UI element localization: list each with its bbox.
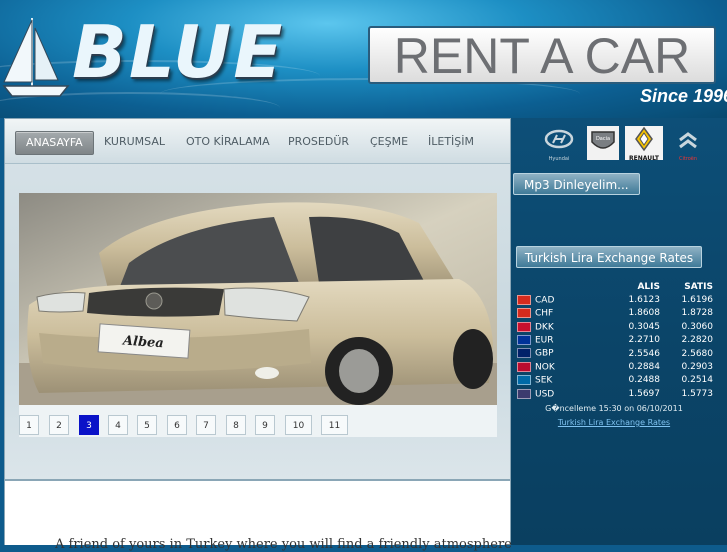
currency-code: EUR [535,335,554,346]
sell-rate: 1.8728 [681,308,714,319]
table-header-row: ALIS SATIS [517,280,713,293]
flag-icon [517,308,531,319]
flag-icon [517,375,531,386]
banner-text: RENT A CAR [393,30,691,82]
exchange-rate-row: NOK 0.2884 0.2903 [517,360,713,373]
page-button[interactable]: 11 [321,415,348,435]
buy-rate: 0.2488 [628,375,661,386]
buy-rate: 0.3045 [628,321,661,332]
page-button[interactable]: 9 [255,415,275,435]
nav-item-oto-kiralama[interactable]: OTO KİRALAMA [186,131,270,153]
buy-rate: 2.2710 [628,335,661,346]
currency-cell: SEK [517,374,612,387]
buy-rate: 1.6123 [628,295,661,306]
slider-pagination: 1 2 3 4 5 6 7 8 9 10 11 [19,405,497,437]
buy-rate: 0.2884 [628,362,661,373]
flag-icon [517,348,531,359]
currency-code: GBP [535,348,554,359]
main-panel: ANASAYFA KURUMSAL OTO KİRALAMA PROSEDÜR … [4,118,511,480]
since-text: Since 1996 [640,86,727,106]
currency-code: NOK [535,362,555,373]
currency-cell: EUR [517,334,612,347]
nav-item-cesme[interactable]: ÇEŞME [370,131,408,153]
currency-cell: GBP [517,347,612,360]
page-button[interactable]: 10 [285,415,312,435]
brand-label: Hyundai [548,156,570,162]
mp3-listen-button[interactable]: Mp3 Dinleyelim... [513,173,640,195]
brand-label: Citroën [678,156,698,162]
nav-item-iletisim[interactable]: İLETİŞİM [428,131,474,153]
currency-code: USD [535,389,555,400]
sell-header: SATIS [684,281,713,292]
page-button[interactable]: 5 [137,415,157,435]
currency-code: DKK [535,322,554,333]
sell-rate: 1.5773 [681,388,714,399]
site-header: BLUE RENT A CAR Since 1996 [0,0,727,118]
page-button[interactable]: 6 [167,415,187,435]
car-photo-slider[interactable]: Albea [19,193,497,405]
content-area: A friend of yours in Turkey where you wi… [4,480,512,552]
car-photo: Albea [19,193,497,405]
currency-code: CAD [535,295,555,306]
hyundai-logo-icon[interactable]: Hyundai [541,128,577,162]
page-button[interactable]: 7 [196,415,216,435]
sell-rate: 1.6196 [681,295,714,306]
flag-icon [517,361,531,372]
currency-code: CHF [535,308,554,319]
currency-code: SEK [535,375,553,386]
sell-rate: 0.3060 [681,321,714,332]
nav-item-anasayfa[interactable]: ANASAYFA [15,131,94,155]
currency-cell: USD [517,387,612,400]
exchange-rates-table: ALIS SATIS CAD 1.6123 1.6196 CHF 1.8608 1.872… [517,280,713,401]
buy-header: ALIS [637,281,660,292]
car-plate-text: Albea [120,333,164,351]
exchange-rate-row: EUR 2.2710 2.2820 [517,334,713,347]
flag-icon [517,388,531,399]
flag-icon [517,335,531,345]
page-button[interactable]: 8 [226,415,246,435]
buy-rate: 1.5697 [628,388,661,399]
exchange-rate-row: SEK 0.2488 0.2514 [517,374,713,387]
flag-icon [517,294,531,305]
sell-rate: 2.2820 [681,335,714,346]
dacia-logo-icon[interactable]: Dacia [587,126,619,160]
sell-rate: 0.2903 [681,362,714,373]
citroen-logo-icon[interactable]: Citroën [671,128,705,162]
sailboat-logo-icon [2,18,70,97]
page-button[interactable]: 2 [49,415,69,435]
exchange-rates-title: Turkish Lira Exchange Rates [516,246,702,268]
exchange-rate-row: GBP 2.5546 2.5680 [517,347,713,360]
currency-cell: CHF [517,307,612,320]
rent-a-car-banner: RENT A CAR [368,26,716,84]
page-button[interactable]: 1 [19,415,39,435]
brand-label: Dacia [596,136,610,142]
main-nav: ANASAYFA KURUMSAL OTO KİRALAMA PROSEDÜR … [5,119,510,164]
exchange-rate-row: CHF 1.8608 1.8728 [517,307,713,320]
nav-item-prosedur[interactable]: PROSEDÜR [288,131,349,153]
exchange-rate-row: CAD 1.6123 1.6196 [517,293,713,306]
currency-cell: CAD [517,293,612,306]
exchange-update-time: G�ncelleme 15:30 on 06/10/2011 [545,404,683,413]
exchange-rates-link[interactable]: Turkish Lira Exchange Rates [511,418,717,427]
currency-cell: DKK [517,320,612,333]
flag-icon [517,321,531,332]
buy-rate: 1.8608 [628,308,661,319]
page-button[interactable]: 4 [108,415,128,435]
currency-cell: NOK [517,360,612,373]
exchange-rate-row: USD 1.5697 1.5773 [517,387,713,400]
sidebar: Hyundai Dacia RENAULT Citroën Mp3 Dinley… [511,118,727,545]
page-button-active[interactable]: 3 [79,415,99,435]
sell-rate: 0.2514 [681,375,714,386]
nav-item-kurumsal[interactable]: KURUMSAL [104,131,165,153]
exchange-rate-row: DKK 0.3045 0.3060 [517,320,713,333]
brand-label: RENAULT [629,155,659,162]
renault-logo-icon[interactable]: RENAULT [625,126,663,162]
sell-rate: 2.5680 [681,348,714,359]
buy-rate: 2.5546 [628,348,661,359]
logo-text: BLUE [72,10,285,94]
